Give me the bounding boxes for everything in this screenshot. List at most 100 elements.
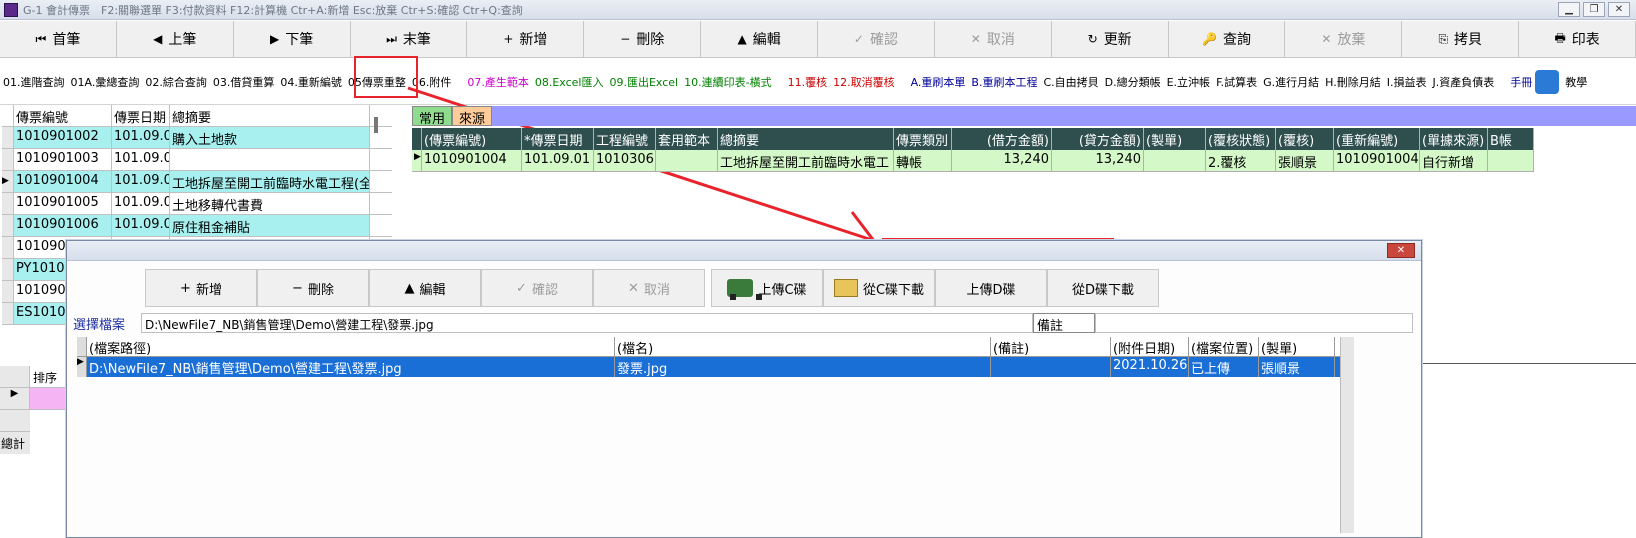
table-row[interactable]: 1010901002101.09.01購入土地款 [2,127,392,149]
menu-item-20[interactable]: H.刪除月結 [1322,74,1384,90]
col-header-9[interactable]: (覆核狀態) [1206,128,1276,150]
menu-item-12[interactable]: 12.取消覆核 [830,74,898,90]
dialog-button-1[interactable]: − 刪除 [257,269,369,307]
table-row[interactable]: ▶ D:\NewFile7_NB\銷售管理\Demo\營建工程\發票.jpg 發票.… [77,357,1341,377]
attach-col-header-4[interactable]: (檔案位置) [1189,337,1259,356]
table-row[interactable]: 1010901003101.09.01 [2,149,392,171]
toolbar-button-12[interactable]: ⎘ 拷貝 [1402,21,1520,57]
col-header-0[interactable]: (傳票編號) [422,128,522,150]
row-pointer-icon[interactable]: ▶ [2,171,14,192]
menu-item-4[interactable]: 04.重新編號 [277,74,345,90]
tab-source[interactable]: 來源 [452,106,493,127]
attach-col-header-5[interactable]: (製單) [1259,337,1335,356]
file-path-input[interactable]: D:\NewFile7_NB\銷售管理\Demo\營建工程\發票.jpg [141,313,1033,333]
col-summary-header[interactable]: 總摘要 [170,105,370,126]
dialog-close-icon[interactable]: ✕ [1387,243,1415,258]
col-header-8[interactable]: (製單) [1144,128,1206,150]
menu-item-2[interactable]: 02.綜合查詢 [142,74,210,90]
dialog-button-3[interactable]: ✓ 確認 [481,269,593,307]
attach-col-header-3[interactable]: (附件日期) [1111,337,1189,356]
dialog-button-8[interactable]: 從D碟下載 [1047,269,1159,307]
menu-item-24[interactable]: 教學 [1562,74,1590,90]
table-row[interactable]: 1010901006101.09.01原住租金補貼 [2,215,392,237]
row-selector[interactable] [2,149,14,170]
menu-item-14[interactable]: B.重刷本工程 [968,74,1040,90]
select-file-label[interactable]: 選擇檔案 [73,314,141,333]
toolbar-button-9[interactable]: ↻ 更新 [1052,21,1169,57]
menu-item-16[interactable]: D.總分類帳 [1102,74,1164,90]
row-selector[interactable] [2,259,14,280]
toolbar-button-5[interactable]: − 刪除 [584,21,702,57]
toolbar-button-6[interactable]: ▲ 編輯 [701,21,819,57]
dialog-button-4[interactable]: ✕ 取消 [593,269,705,307]
dialog-button-0[interactable]: + 新增 [145,269,257,307]
col-header-12[interactable]: (單據來源) [1420,128,1488,150]
close-icon[interactable]: ✕ [1608,2,1630,17]
menu-item-9[interactable]: 09.匯出Excel [606,74,681,90]
cell-no: 1010901004 [14,171,112,192]
row-selector[interactable] [2,215,14,236]
table-row[interactable]: ▶1010901004101.09.01工地拆屋至開工前臨時水電工程(全 [2,171,392,193]
menu-item-13[interactable]: A.重刷本單 [908,74,969,90]
row-selector[interactable] [2,281,14,302]
col-voucher-no-header[interactable]: 傳票編號 [14,105,112,126]
restore-icon[interactable]: ❐ [1583,2,1605,17]
col-header-2[interactable]: 工程編號 [594,128,656,150]
toolbar-button-3[interactable]: ⏭ 末筆 [351,21,468,57]
toolbar-button-1[interactable]: ◀ 上筆 [117,21,234,57]
toolbar-button-10[interactable]: 🔑 查詢 [1169,21,1286,57]
col-header-11[interactable]: (重新編號) [1334,128,1420,150]
col-header-3[interactable]: 套用範本 [656,128,718,150]
row-selector[interactable] [2,127,14,148]
menu-item-1[interactable]: 01A.彙總查詢 [68,74,143,90]
minimize-icon[interactable]: ▁ [1558,2,1580,17]
memo-input[interactable] [1095,313,1413,333]
menu-item-8[interactable]: 08.Excel匯入 [532,74,607,90]
menu-item-21[interactable]: I.損益表 [1384,74,1430,90]
dialog-button-6[interactable]: 從C碟下載 [823,269,935,307]
toolbar-button-8[interactable]: ✕ 取消 [935,21,1052,57]
menu-item-19[interactable]: G.進行月結 [1260,74,1322,90]
menu-item-10[interactable]: 10.連續印表-橫式 [681,74,774,90]
attach-col-header-0[interactable]: (檔案路徑) [87,337,615,356]
attach-col-header-1[interactable]: (檔名) [615,337,991,356]
table-row[interactable]: 1010901005101.09.01土地移轉代書費 [2,193,392,215]
toolbar-button-2[interactable]: ▶ 下筆 [234,21,351,57]
dialog-button-5[interactable]: 上傳C碟 [711,269,823,307]
toolbar-button-7[interactable]: ✓ 確認 [818,21,935,57]
col-header-1[interactable]: *傳票日期 [522,128,594,150]
menu-item-11[interactable]: 11.覆核 [785,74,831,90]
dialog-button-2[interactable]: ▲ 編輯 [369,269,481,307]
col-header-4[interactable]: 總摘要 [718,128,894,150]
col-header-10[interactable]: (覆核) [1276,128,1334,150]
row-selector[interactable] [2,237,14,258]
attach-col-header-2[interactable]: (備註) [991,337,1111,356]
row-selector[interactable] [2,303,14,324]
row-pointer-icon: ▶ [412,150,422,171]
toolbar-button-13[interactable]: 🖶 印表 [1519,21,1636,57]
menu-item-18[interactable]: F.試算表 [1213,74,1260,90]
dialog-button-7[interactable]: 上傳D碟 [935,269,1047,307]
menu-item-17[interactable]: E.立沖帳 [1164,74,1213,90]
menu-item-15[interactable]: C.自由拷貝 [1040,74,1101,90]
toolbar-button-0[interactable]: ⏮ 首筆 [0,21,117,57]
tab-common[interactable]: 常用 [412,106,453,127]
cell-summary: 工地拆屋至開工前臨時水電工程(全 [170,171,370,192]
menu-item-3[interactable]: 03.借貸重算 [210,74,278,90]
col-header-7[interactable]: (貸方金額) [1052,128,1144,150]
attach-cell-3: 2021.10.26 [1111,357,1189,377]
col-header-6[interactable]: (借方金額) [952,128,1052,150]
menu-item-0[interactable]: 01.進階查詢 [0,74,68,90]
row-selector[interactable] [2,193,14,214]
attachment-grid-scrollbar[interactable] [1340,337,1354,533]
vertical-scrollbar[interactable] [374,117,378,133]
menu-item-7[interactable]: 07.產生範本 [464,74,532,90]
col-header-13[interactable]: B帳 [1488,128,1534,150]
col-header-5[interactable]: 傳票類別 [894,128,952,150]
menu-item-22[interactable]: J.資產負債表 [1429,74,1497,90]
col-voucher-date-header[interactable]: 傳票日期 [112,105,170,126]
table-row[interactable]: ▶ 1010901004 101.09.01 1010306 工地拆屋至開工前臨時水電工… [412,150,1534,172]
toolbar-button-4[interactable]: + 新增 [467,21,585,57]
toolbar-button-11[interactable]: ✕ 放棄 [1285,21,1403,57]
menu-item-23[interactable]: 手冊 [1507,74,1535,90]
